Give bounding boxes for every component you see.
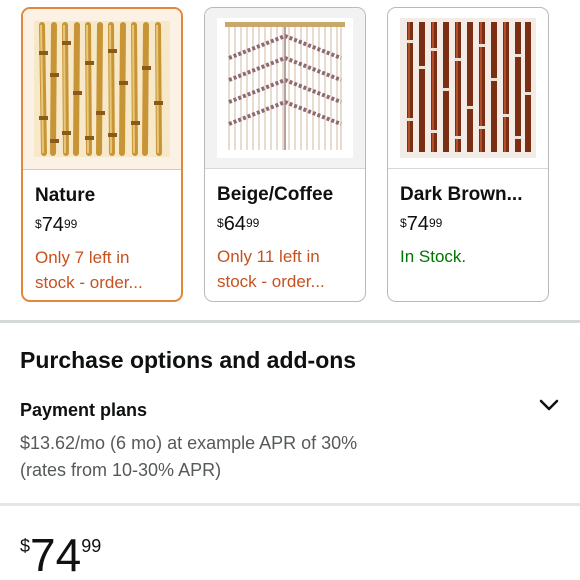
- variant-image-nature: [34, 21, 170, 157]
- stock-status: Only 7 left in stock - order...: [35, 245, 177, 295]
- stock-line-1: In Stock.: [400, 247, 467, 266]
- section-divider: [0, 320, 580, 323]
- payment-plans-title[interactable]: Payment plans: [20, 400, 147, 421]
- stock-line-1: Only 7 left in: [35, 248, 130, 267]
- variant-image-dark-brown: [400, 18, 536, 158]
- variant-price: $ 64 99: [217, 213, 259, 235]
- chevron-down-icon[interactable]: [538, 397, 560, 413]
- card-divider: [23, 169, 181, 170]
- variant-image-container: [23, 9, 181, 169]
- price-fraction: 99: [428, 216, 443, 230]
- variant-swatches: Nature $ 74 99 Only 7 left in stock - or…: [0, 0, 580, 318]
- variant-price: $ 74 99: [400, 213, 442, 235]
- price-fraction: 99: [63, 217, 78, 231]
- variant-image-container: [388, 8, 548, 168]
- price-symbol: $: [20, 536, 31, 556]
- price-whole: 64: [223, 213, 246, 235]
- variant-price: $ 74 99: [35, 214, 77, 236]
- variant-image-container: [205, 8, 365, 168]
- product-price: $ 74 99: [20, 530, 101, 580]
- price-fraction: 99: [245, 216, 260, 230]
- stock-line-1: Only 11 left in: [217, 247, 320, 266]
- card-divider: [388, 168, 548, 169]
- stock-status: Only 11 left in stock - order...: [217, 244, 359, 294]
- variant-name: Beige/Coffee: [217, 184, 334, 205]
- variant-card-nature[interactable]: Nature $ 74 99 Only 7 left in stock - or…: [21, 7, 183, 302]
- stock-line-2: stock - order...: [35, 273, 143, 292]
- payment-plan-line-1: $13.62/mo (6 mo) at example APR of 30%: [20, 433, 358, 453]
- variant-card-dark-brown[interactable]: Dark Brown... $ 74 99 In Stock.: [387, 7, 549, 302]
- variant-name: Nature: [35, 185, 96, 206]
- price-fraction: 99: [81, 536, 102, 556]
- payment-plan-line-2: (rates from 10-30% APR): [20, 460, 222, 480]
- section-divider: [0, 503, 580, 506]
- stock-status: In Stock.: [400, 244, 542, 269]
- price-symbol: $: [217, 216, 224, 230]
- stock-line-2: stock - order...: [217, 272, 325, 291]
- card-divider: [205, 168, 365, 169]
- price-symbol: $: [400, 216, 407, 230]
- price-whole: 74: [406, 213, 429, 235]
- price-whole: 74: [30, 529, 82, 580]
- variant-image-beige-coffee: [217, 18, 353, 158]
- variant-card-beige-coffee[interactable]: Beige/Coffee $ 64 99 Only 11 left in sto…: [204, 7, 366, 302]
- price-symbol: $: [35, 217, 42, 231]
- price-whole: 74: [41, 214, 64, 236]
- variant-name: Dark Brown...: [400, 184, 523, 205]
- purchase-options-title: Purchase options and add-ons: [20, 347, 357, 373]
